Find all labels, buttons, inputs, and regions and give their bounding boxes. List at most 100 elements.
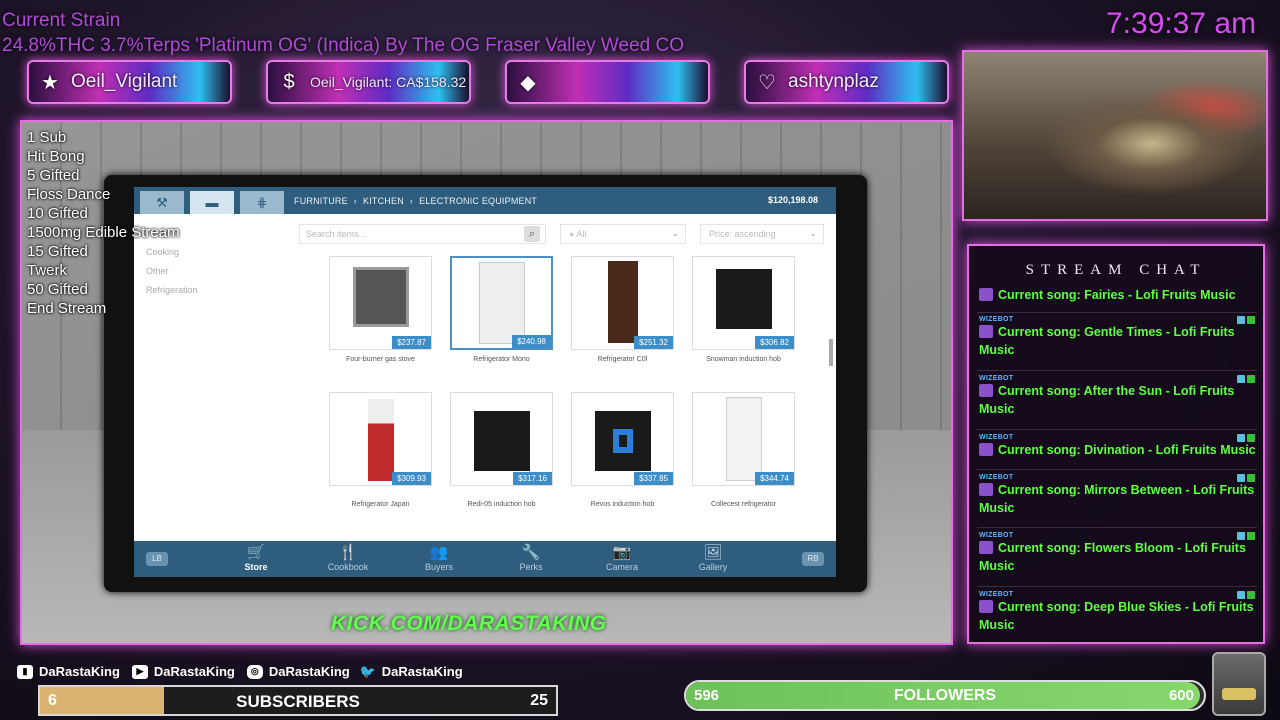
bot-badge-icon	[1247, 532, 1255, 540]
subscriber-goal: 25	[530, 692, 548, 709]
youtube-handle: DaRastaKing	[153, 664, 235, 679]
fridge-image	[607, 261, 638, 343]
wrench-icon: 🔧	[521, 544, 541, 561]
nav-store[interactable]: 🛒 Store	[226, 544, 286, 572]
goal-item: Twerk	[27, 262, 68, 279]
nav-gallery[interactable]: 🖼 Gallery	[683, 544, 743, 572]
nav-cookbook-label: Cookbook	[327, 562, 369, 572]
goal-item: 1 Sub	[27, 129, 67, 146]
chat-text: Current song: After the Sun - Lofi Fruit…	[979, 384, 1235, 416]
nav-store-label: Store	[244, 562, 268, 572]
item-name: Refrigerator Japan	[351, 501, 410, 508]
fence-icon: ⋕	[256, 194, 268, 210]
follower-goal: 600	[1168, 687, 1194, 704]
instagram-handle: DaRastaKing	[268, 664, 350, 679]
alert-follow: ★ Oeil_Vigilant	[27, 60, 232, 104]
bot-badge-icon	[1247, 591, 1255, 599]
breadcrumb-furniture[interactable]: FURNITURE	[294, 196, 348, 206]
divider	[977, 527, 1257, 528]
tip-jar	[1212, 652, 1266, 716]
breadcrumb-electronic-equipment[interactable]: ELECTRONIC EQUIPMENT	[419, 196, 537, 206]
item-price: $337.85	[634, 472, 673, 485]
music-icon	[979, 288, 993, 301]
alert-sub: ◆	[505, 60, 710, 104]
stream-chat: STREAM CHAT Current song: Fairies - Lofi…	[967, 244, 1265, 644]
twitter-handle: DaRastaKing	[381, 664, 463, 679]
fridge-image	[725, 397, 762, 481]
chat-message: WIZEBOT Current song: Gentle Times - Lof…	[979, 316, 1257, 359]
item-card[interactable]: $251.32	[571, 256, 674, 350]
item-card[interactable]: $309.93	[329, 392, 432, 486]
mod-badge-icon	[1237, 591, 1245, 599]
divider	[977, 469, 1257, 470]
follower-goal-bar: 596 FOLLOWERS 600	[684, 680, 1206, 711]
item-card-selected[interactable]: $240.98	[450, 256, 553, 350]
filter-select[interactable]: ● All ⌄	[560, 224, 686, 244]
item-name: Revos induction hob	[590, 501, 655, 508]
mod-badge-icon	[1237, 375, 1245, 383]
induction-hob-image	[715, 269, 772, 329]
nav-buyers-label: Buyers	[424, 562, 453, 572]
tab-fences[interactable]: ⋕	[240, 191, 284, 214]
item-price: $251.32	[634, 336, 673, 349]
item-price: $309.93	[392, 472, 431, 485]
tab-furniture[interactable]: ▬	[190, 191, 234, 214]
search-input[interactable]: Search items...	[299, 224, 546, 244]
alert-follow-text: Oeil_Vigilant	[71, 71, 178, 92]
item-card[interactable]: $317.16	[450, 392, 553, 486]
chat-text: Current song: Divination - Lofi Fruits M…	[998, 443, 1256, 457]
heart-icon: ♡	[758, 71, 776, 94]
induction-hob-image	[594, 411, 651, 471]
nav-buyers[interactable]: 👥 Buyers	[409, 544, 469, 572]
balance: $120,198.08	[767, 195, 818, 205]
filter-value: All	[576, 229, 587, 239]
mod-badge-icon	[1237, 532, 1245, 540]
goal-item: 5 Gifted	[27, 167, 80, 184]
goal-item: 1500mg Edible Stream	[27, 224, 180, 241]
tip-jar-cash	[1222, 688, 1256, 700]
item-name: Redi-05 induction hob	[467, 501, 536, 508]
music-icon	[979, 443, 993, 456]
goal-item: End Stream	[27, 300, 107, 317]
radio-icon: ●	[569, 229, 575, 239]
scrollbar[interactable]	[829, 339, 833, 366]
item-card[interactable]: $337.85	[571, 392, 674, 486]
rb-button[interactable]: RB	[802, 552, 824, 566]
item-name: Snowman induction hob	[706, 356, 781, 363]
chat-username: WIZEBOT	[979, 316, 1014, 323]
item-name: Refrigerator C0l	[597, 356, 648, 363]
divider	[977, 429, 1257, 430]
twitter-icon: 🐦	[359, 663, 376, 679]
nav-camera[interactable]: 📷 Camera	[592, 544, 652, 572]
sofa-icon: ▬	[205, 195, 219, 210]
chat-text: Current song: Fairies - Lofi Fruits Musi…	[998, 288, 1236, 302]
chevron-left-icon: ‹	[409, 195, 414, 206]
item-price: $240.98	[512, 335, 551, 348]
item-card[interactable]: $344.74	[692, 392, 795, 486]
sort-select[interactable]: Price: ascending ⌄	[700, 224, 824, 244]
mod-badge-icon	[1237, 316, 1245, 324]
chat-text: Current song: Flowers Bloom - Lofi Fruit…	[979, 541, 1246, 573]
store-header: ⚒ ▬ ⋕ FURNITURE ‹ KITCHEN ‹ ELECTRONIC E…	[134, 187, 836, 214]
nav-perks[interactable]: 🔧 Perks	[501, 544, 561, 572]
twitch-handle: DaRastaKing	[39, 664, 120, 679]
sort-value: Price: ascending	[709, 229, 776, 239]
mod-badge-icon	[1237, 474, 1245, 482]
goal-item: 15 Gifted	[27, 243, 88, 260]
follower-label: FOLLOWERS	[893, 687, 997, 704]
mod-badge-icon	[1237, 434, 1245, 442]
store-nav-bar: LB 🛒 Store 🍴 Cookbook 👥 Buyers 🔧 Perks 📷…	[134, 541, 836, 577]
search-icon[interactable]: ⌕	[524, 226, 540, 242]
item-card[interactable]: $237.87	[329, 256, 432, 350]
chat-message: Current song: Fairies - Lofi Fruits Musi…	[979, 286, 1257, 304]
nav-camera-label: Camera	[605, 562, 638, 572]
breadcrumb-kitchen[interactable]: KITCHEN	[363, 196, 404, 206]
lb-button[interactable]: LB	[146, 552, 168, 566]
nav-cookbook[interactable]: 🍴 Cookbook	[318, 544, 378, 572]
instagram-icon: ◎	[246, 664, 263, 679]
subscriber-label: SUBSCRIBERS	[236, 692, 360, 711]
social-links: ▮ DaRastaKing ▶ DaRastaKing ◎ DaRastaKin…	[17, 664, 463, 679]
divider	[977, 312, 1257, 313]
item-card[interactable]: $306.82	[692, 256, 795, 350]
clock: 7:39:37 am	[1106, 7, 1257, 40]
